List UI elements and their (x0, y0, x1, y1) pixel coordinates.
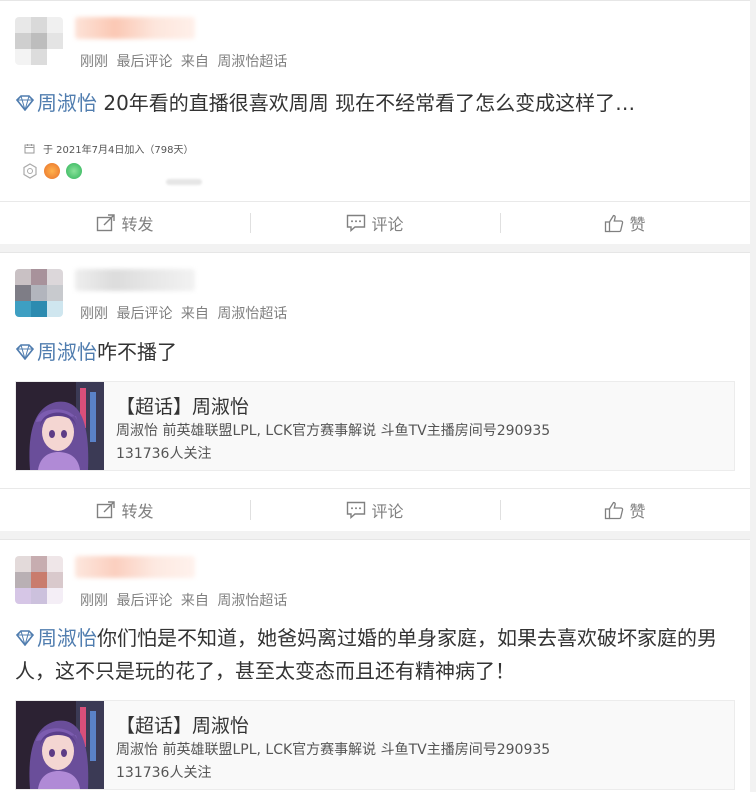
topic-card-description: 周淑怡 前英雄联盟LPL, LCK官方赛事解说 斗鱼TV主播房间号290935 (116, 742, 551, 758)
diamond-icon (15, 630, 35, 646)
repost-label: 转发 (121, 215, 154, 234)
repost-button[interactable]: 转发 (0, 202, 250, 244)
like-button[interactable]: 赞 (500, 202, 750, 244)
comment-label: 评论 (371, 215, 404, 234)
post-from: 来自 (180, 54, 209, 70)
like-label: 赞 (629, 502, 646, 521)
post-body: 咋不播了 (97, 340, 177, 364)
post-source[interactable]: 周淑怡超话 (217, 306, 287, 322)
username-blurred[interactable] (75, 17, 195, 39)
comment-label: 评论 (371, 502, 404, 521)
badges (22, 163, 82, 179)
avatar[interactable] (15, 556, 63, 604)
post-time: 刚刚 (80, 306, 108, 322)
topic-link[interactable]: 周淑怡 (15, 340, 97, 364)
post-meta: 刚刚 最后评论 来自 周淑怡超话 (80, 590, 291, 610)
thumbs-up-icon (605, 214, 624, 232)
topic-card-title: 【超话】周淑怡 (116, 715, 250, 737)
post-text: 周淑怡你们怕是不知道，她爸妈离过婚的单身家庭，如果去喜欢破坏家庭的男人，这不只是… (15, 622, 735, 688)
post-source[interactable]: 周淑怡超话 (217, 593, 287, 609)
diamond-icon (15, 95, 35, 111)
calendar-icon (24, 144, 35, 154)
like-button[interactable]: 赞 (500, 489, 750, 531)
avatar[interactable] (15, 269, 63, 317)
post-time: 刚刚 (80, 593, 108, 609)
post-meta: 刚刚 最后评论 来自 周淑怡超话 (80, 51, 291, 71)
post-card: 刚刚 最后评论 来自 周淑怡超话 周淑怡 20年看的直播很喜欢周周 现在不经常看… (0, 0, 750, 244)
avatar[interactable] (15, 17, 63, 65)
thumbs-up-icon (605, 501, 624, 519)
medal-icon (23, 163, 37, 179)
topic-card[interactable]: 【超话】周淑怡 周淑怡 前英雄联盟LPL, LCK官方赛事解说 斗鱼TV主播房间… (15, 700, 735, 790)
post-meta: 刚刚 最后评论 来自 周淑怡超话 (80, 303, 291, 323)
topic-name[interactable]: 周淑怡 (37, 340, 97, 364)
join-info: 于 2021年7月4日加入（798天） (24, 141, 193, 156)
weibo-feed: 刚刚 最后评论 来自 周淑怡超话 周淑怡 20年看的直播很喜欢周周 现在不经常看… (0, 0, 756, 792)
repost-button[interactable]: 转发 (0, 489, 250, 531)
username-blurred[interactable] (75, 269, 195, 291)
username-blurred[interactable] (75, 556, 195, 578)
post-tag: 最后评论 (116, 54, 173, 70)
post-time: 刚刚 (80, 54, 108, 70)
post-text: 周淑怡 20年看的直播很喜欢周周 现在不经常看了怎么变成这样了… (15, 87, 735, 120)
watermark (166, 179, 202, 185)
level-badge-green[interactable] (66, 163, 82, 179)
post-from: 来自 (180, 593, 209, 609)
action-bar: 转发 评论 赞 (0, 201, 750, 244)
join-date: 于 2021年7月4日加入（798天） (43, 145, 194, 156)
post-card: 刚刚 最后评论 来自 周淑怡超话 周淑怡你们怕是不知道，她爸妈离过婚的单身家庭，… (0, 539, 750, 792)
post-tag: 最后评论 (116, 593, 173, 609)
repost-icon (97, 214, 116, 232)
post-tag: 最后评论 (116, 306, 173, 322)
post-body: 你们怕是不知道，她爸妈离过婚的单身家庭，如果去喜欢破坏家庭的男人，这不只是玩的花… (15, 626, 717, 683)
comment-icon (347, 214, 366, 232)
topic-name[interactable]: 周淑怡 (37, 626, 97, 650)
post-text: 周淑怡咋不播了 (15, 336, 735, 369)
topic-card-description: 周淑怡 前英雄联盟LPL, LCK官方赛事解说 斗鱼TV主播房间号290935 (116, 423, 551, 439)
topic-link[interactable]: 周淑怡 (15, 626, 97, 650)
like-label: 赞 (629, 215, 646, 234)
level-badge-orange[interactable] (44, 163, 60, 179)
comment-button[interactable]: 评论 (250, 489, 500, 531)
topic-thumbnail (16, 382, 104, 470)
comment-button[interactable]: 评论 (250, 202, 500, 244)
diamond-icon (15, 344, 35, 360)
repost-label: 转发 (121, 502, 154, 521)
topic-card-followers: 131736人关注 (116, 446, 212, 462)
post-card: 刚刚 最后评论 来自 周淑怡超话 周淑怡咋不播了 【超话】周淑怡 周淑怡 前英雄… (0, 252, 750, 531)
topic-card-followers: 131736人关注 (116, 765, 212, 781)
repost-icon (97, 501, 116, 519)
comment-icon (347, 501, 366, 519)
post-from: 来自 (180, 306, 209, 322)
topic-card[interactable]: 【超话】周淑怡 周淑怡 前英雄联盟LPL, LCK官方赛事解说 斗鱼TV主播房间… (15, 381, 735, 471)
post-body: 20年看的直播很喜欢周周 现在不经常看了怎么变成这样了… (97, 91, 636, 115)
topic-link[interactable]: 周淑怡 (15, 91, 97, 115)
post-source[interactable]: 周淑怡超话 (217, 54, 287, 70)
topic-name[interactable]: 周淑怡 (37, 91, 97, 115)
topic-thumbnail (16, 701, 104, 789)
action-bar: 转发 评论 赞 (0, 488, 750, 531)
topic-card-title: 【超话】周淑怡 (116, 396, 250, 418)
